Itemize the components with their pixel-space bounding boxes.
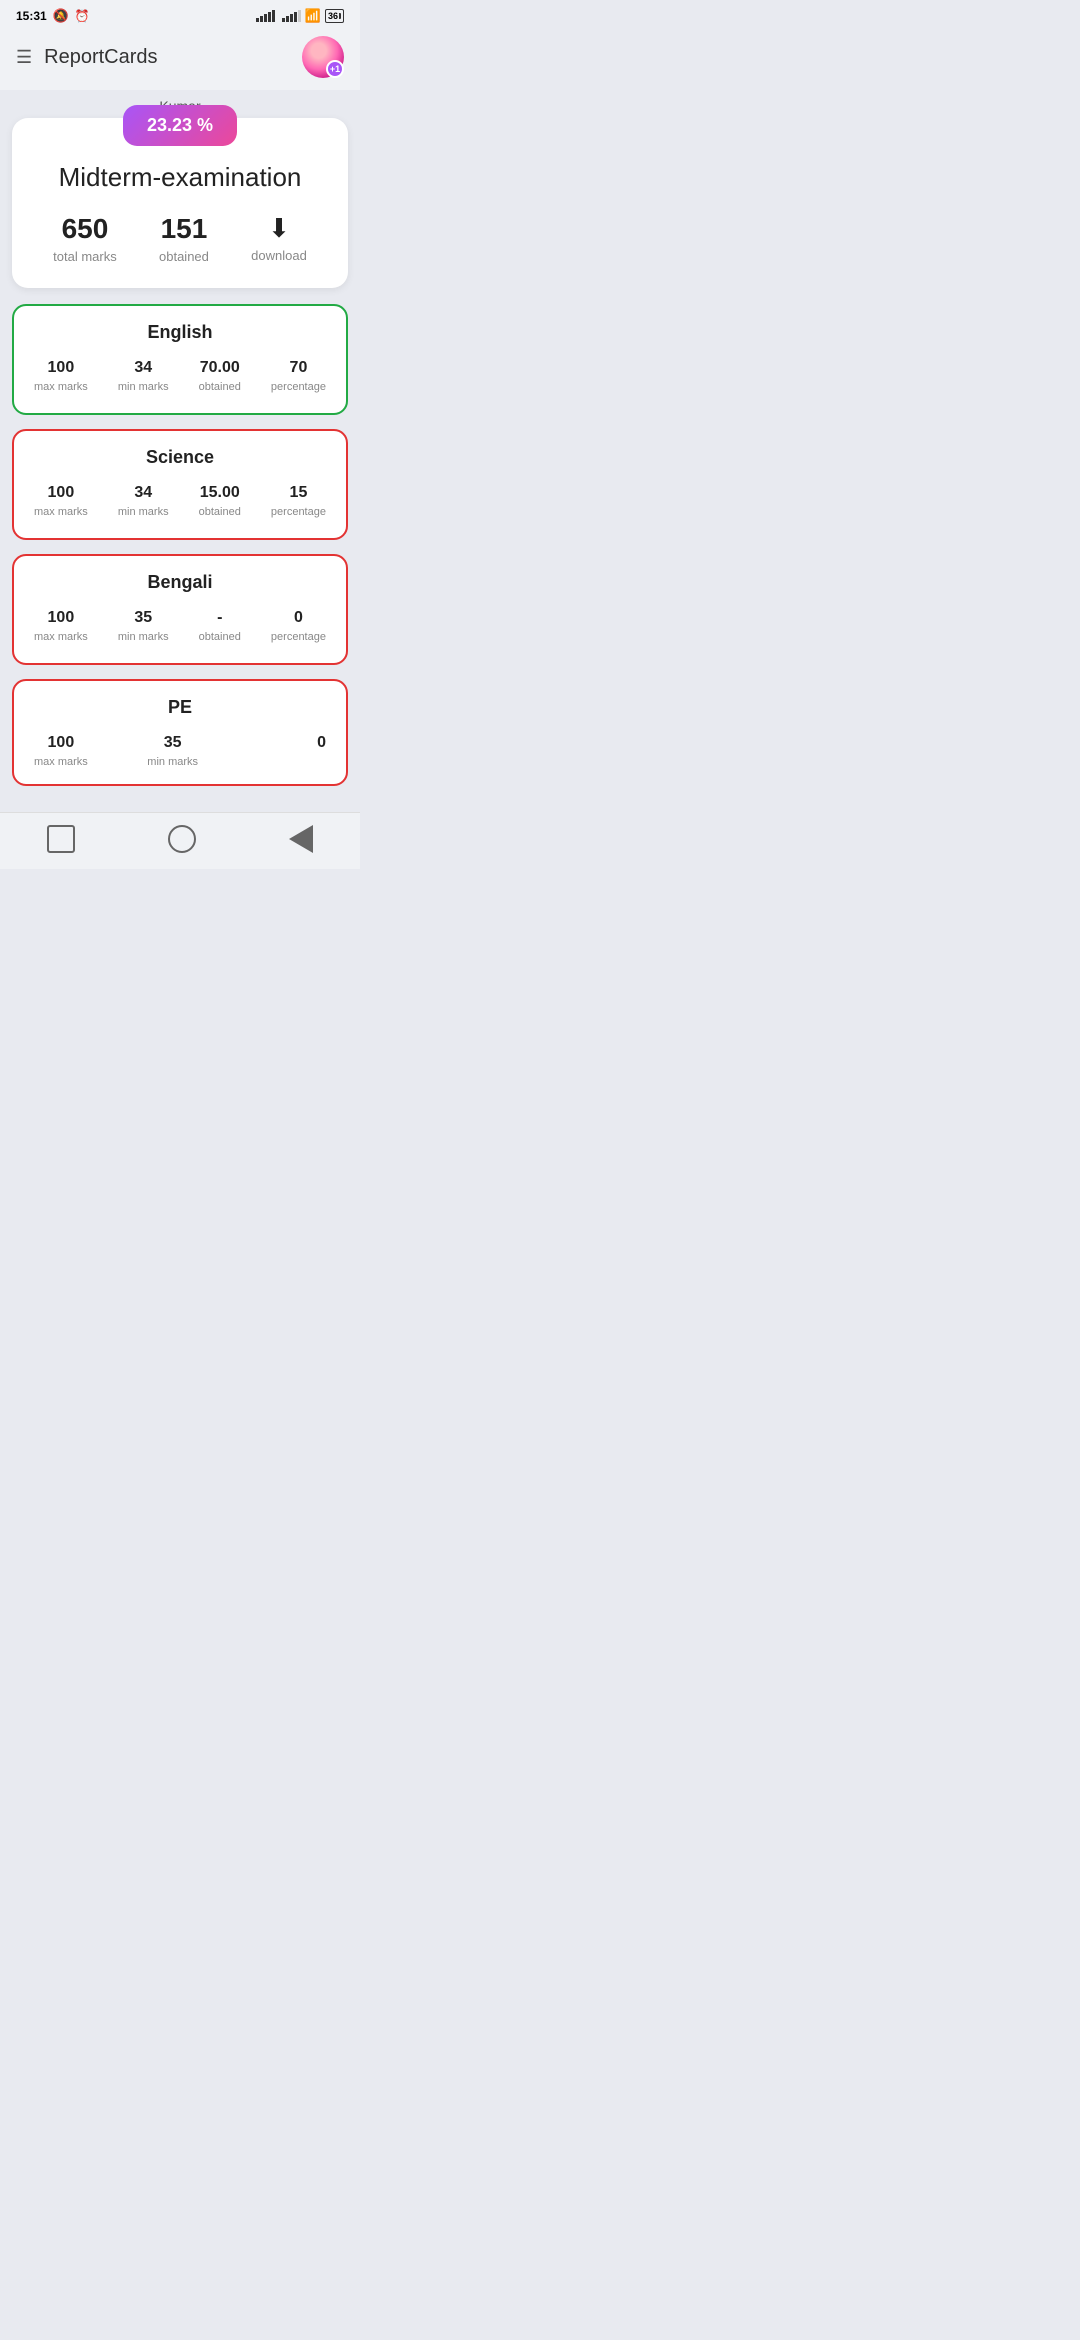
pe-max-marks-value: 100 bbox=[34, 734, 88, 752]
avatar-badge: +1 bbox=[326, 60, 344, 78]
total-marks-label: total marks bbox=[53, 249, 117, 264]
app-header: ☰ ReportCards +1 bbox=[0, 28, 360, 90]
alarm-icon: ⏰ bbox=[75, 9, 90, 23]
download-label: download bbox=[251, 248, 307, 263]
obtained-stat: - obtained bbox=[199, 609, 241, 643]
battery-indicator: 36 bbox=[325, 9, 344, 23]
subject-stats-science: 100 max marks 34 min marks 15.00 obtaine… bbox=[34, 484, 326, 518]
download-icon: ⬇ bbox=[251, 213, 307, 244]
signal-bars-1 bbox=[256, 10, 275, 22]
obtained-stat: 15.00 obtained bbox=[199, 484, 241, 518]
percentage-stat: 0 percentage bbox=[271, 609, 326, 643]
pe-max-marks: 100 max marks bbox=[34, 734, 88, 768]
percentage-badge: 23.23 % bbox=[123, 105, 237, 146]
nav-circle-button[interactable] bbox=[168, 825, 196, 853]
signal-bars-2 bbox=[282, 10, 301, 22]
max-marks-value: 100 bbox=[34, 359, 88, 377]
obtained-value: 70.00 bbox=[199, 359, 241, 377]
main-content: Kumar 23.23 % Midterm-examination 650 to… bbox=[0, 90, 360, 812]
pe-percentage-value: 0 bbox=[317, 734, 326, 752]
min-marks-value: 34 bbox=[118, 359, 169, 377]
header-left: ☰ ReportCards bbox=[16, 46, 158, 69]
mute-icon: 🔕 bbox=[53, 8, 69, 24]
avatar-container[interactable]: +1 bbox=[302, 36, 344, 78]
subject-stats-bengali: 100 max marks 35 min marks - obtained 0 … bbox=[34, 609, 326, 643]
min-marks-stat: 34 min marks bbox=[118, 359, 169, 393]
obtained-value: - bbox=[199, 609, 241, 627]
status-right: 📶 36 bbox=[256, 8, 344, 24]
time-display: 15:31 bbox=[16, 9, 47, 23]
pe-min-marks-value: 35 bbox=[147, 734, 198, 752]
total-marks-stat: 650 total marks bbox=[53, 213, 117, 264]
max-marks-stat: 100 max marks bbox=[34, 359, 88, 393]
pe-card-partial: PE 100 max marks 35 min marks 0 bbox=[12, 679, 348, 786]
app-title: ReportCards bbox=[44, 46, 157, 69]
menu-icon[interactable]: ☰ bbox=[16, 47, 32, 68]
total-marks-value: 650 bbox=[53, 213, 117, 245]
obtained-value: 15.00 bbox=[199, 484, 241, 502]
nav-square-button[interactable] bbox=[47, 825, 75, 853]
pe-percentage: 0 bbox=[317, 734, 326, 768]
summary-stats: 650 total marks 151 obtained ⬇ download bbox=[32, 213, 328, 264]
nav-back-button[interactable] bbox=[289, 825, 313, 853]
percentage-value: 15 bbox=[271, 484, 326, 502]
max-marks-stat: 100 max marks bbox=[34, 609, 88, 643]
min-marks-stat: 35 min marks bbox=[118, 609, 169, 643]
subject-name-english: English bbox=[34, 322, 326, 343]
max-marks-stat: 100 max marks bbox=[34, 484, 88, 518]
max-marks-value: 100 bbox=[34, 609, 88, 627]
pe-min-marks: 35 min marks bbox=[147, 734, 198, 768]
obtained-marks-stat: 151 obtained bbox=[159, 213, 209, 264]
percentage-stat: 70 percentage bbox=[271, 359, 326, 393]
subject-card-english: English 100 max marks 34 min marks 70.00… bbox=[12, 304, 348, 415]
battery-level: 36 bbox=[328, 11, 338, 21]
min-marks-value: 34 bbox=[118, 484, 169, 502]
percentage-value: 70 bbox=[271, 359, 326, 377]
status-left: 15:31 🔕 ⏰ bbox=[16, 8, 90, 24]
subject-cards-container: English 100 max marks 34 min marks 70.00… bbox=[12, 304, 348, 665]
subject-stats-english: 100 max marks 34 min marks 70.00 obtaine… bbox=[34, 359, 326, 393]
obtained-stat: 70.00 obtained bbox=[199, 359, 241, 393]
pe-subject-name: PE bbox=[34, 697, 326, 718]
min-marks-stat: 34 min marks bbox=[118, 484, 169, 518]
obtained-marks-label: obtained bbox=[159, 249, 209, 264]
download-stat[interactable]: ⬇ download bbox=[251, 213, 307, 263]
subject-card-science: Science 100 max marks 34 min marks 15.00… bbox=[12, 429, 348, 540]
summary-card: 23.23 % Midterm-examination 650 total ma… bbox=[12, 118, 348, 288]
obtained-marks-value: 151 bbox=[159, 213, 209, 245]
subject-name-science: Science bbox=[34, 447, 326, 468]
subject-name-bengali: Bengali bbox=[34, 572, 326, 593]
percentage-value: 0 bbox=[271, 609, 326, 627]
status-bar: 15:31 🔕 ⏰ 📶 36 bbox=[0, 0, 360, 28]
subject-card-bengali: Bengali 100 max marks 35 min marks - obt… bbox=[12, 554, 348, 665]
pe-partial-stats: 100 max marks 35 min marks 0 bbox=[34, 734, 326, 768]
max-marks-value: 100 bbox=[34, 484, 88, 502]
min-marks-value: 35 bbox=[118, 609, 169, 627]
wifi-icon: 📶 bbox=[305, 8, 321, 24]
percentage-stat: 15 percentage bbox=[271, 484, 326, 518]
exam-title: Midterm-examination bbox=[32, 162, 328, 193]
bottom-nav bbox=[0, 812, 360, 869]
